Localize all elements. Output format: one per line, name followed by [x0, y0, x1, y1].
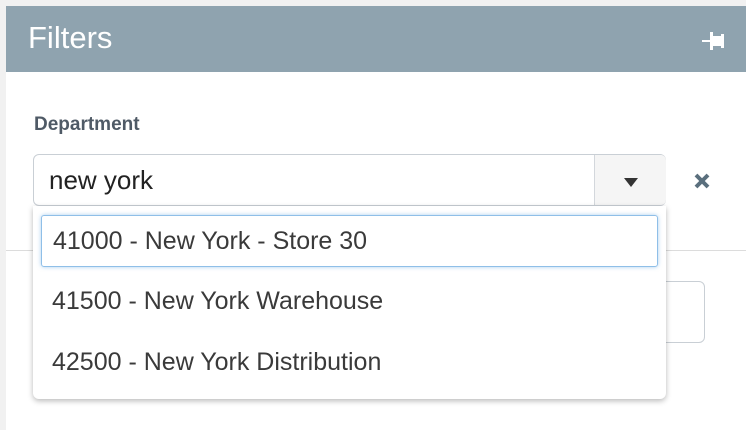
- caret-down-icon: [623, 177, 638, 187]
- filters-header: Filters: [6, 6, 746, 72]
- filters-panel: Filters Department 41000 - New York - St…: [6, 6, 746, 430]
- department-label: Department: [34, 114, 140, 135]
- dropdown-option[interactable]: 41000 - New York - Store 30: [41, 215, 658, 267]
- panel-title: Filters: [28, 20, 113, 55]
- close-icon[interactable]: [690, 169, 714, 193]
- pin-icon[interactable]: [698, 29, 728, 53]
- dropdown-toggle-button[interactable]: [594, 155, 666, 205]
- department-select[interactable]: [33, 154, 666, 206]
- department-search-input[interactable]: [49, 163, 589, 197]
- dropdown-option[interactable]: 42500 - New York Distribution: [41, 337, 658, 389]
- department-dropdown-menu: 41000 - New York - Store 30 41500 - New …: [33, 206, 666, 399]
- dropdown-option[interactable]: 41500 - New York Warehouse: [41, 276, 658, 328]
